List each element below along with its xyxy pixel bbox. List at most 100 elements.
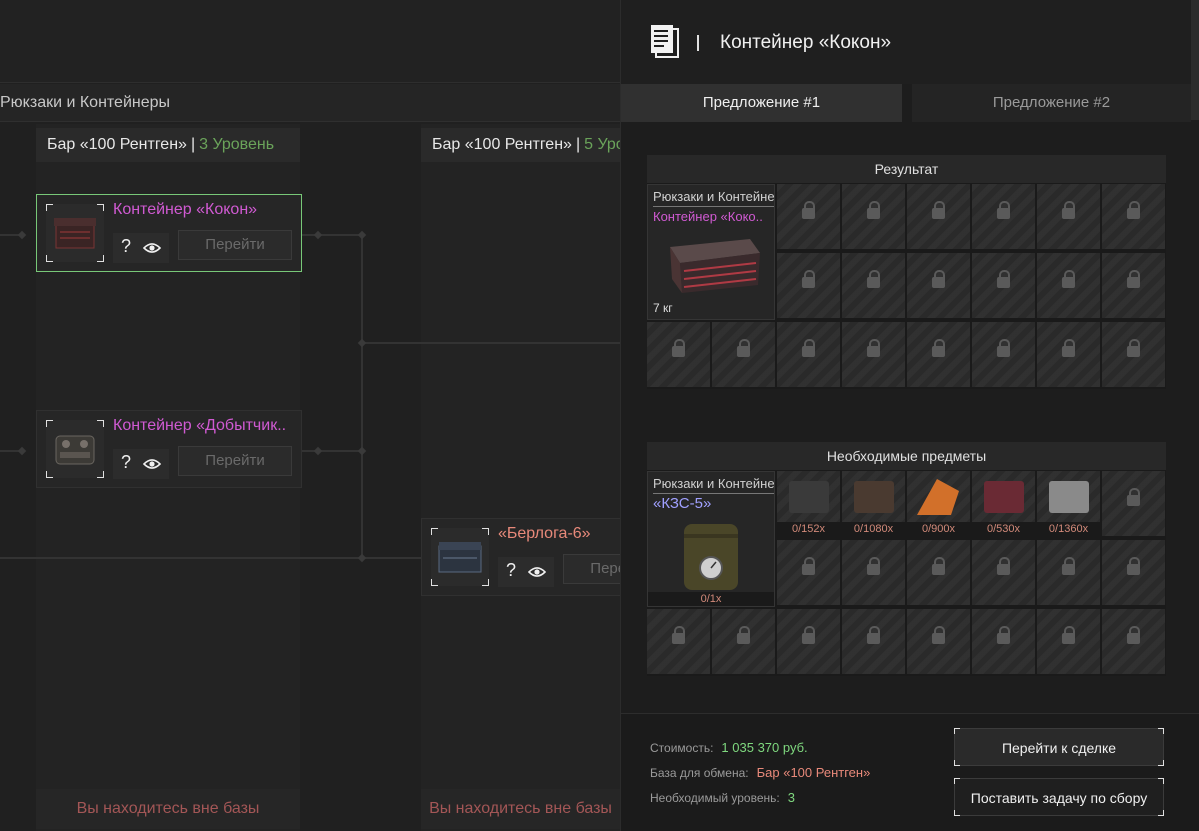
eye-icon[interactable] (143, 457, 161, 471)
locked-slot (842, 322, 905, 387)
connector-dot (313, 446, 323, 456)
level-value: 3 (787, 790, 795, 805)
lock-icon (737, 626, 750, 644)
title-separator (697, 35, 699, 51)
category-label: Рюкзаки и Контейнеры (0, 94, 171, 111)
help-icon[interactable]: ? (121, 452, 131, 473)
go-to-deal-label: Перейти к сделке (1001, 740, 1117, 756)
connector-dot (17, 446, 27, 456)
connector-line (362, 342, 620, 344)
lock-icon (867, 270, 880, 288)
result-category: Рюкзаки и Контейнеры (653, 189, 775, 204)
lock-icon (932, 626, 945, 644)
go-button[interactable]: Перейти (178, 446, 292, 476)
lock-icon (1062, 626, 1075, 644)
go-to-deal-button[interactable]: Перейти к сделке (954, 728, 1164, 766)
locked-slot (1037, 609, 1100, 674)
ammo-box-icon (789, 481, 829, 513)
locked-slot (1037, 540, 1100, 605)
required-item-slot[interactable]: 0/900x (907, 471, 970, 536)
column-header-1: Бар «100 Рентген» | 3 Уровень (36, 128, 300, 162)
lock-icon (932, 270, 945, 288)
help-icon[interactable]: ? (121, 236, 131, 257)
top-area (0, 0, 620, 83)
red-case-icon (984, 481, 1024, 513)
required-item-slot[interactable]: 0/1080x (842, 471, 905, 536)
lock-icon (867, 626, 880, 644)
base-row: База для обмена: Бар «100 Рентген» (650, 765, 870, 780)
column-level-label: 3 Уровень (199, 136, 275, 153)
lock-icon (1062, 270, 1075, 288)
collect-task-button[interactable]: Поставить задачу по сбору (954, 778, 1164, 816)
recipe-panel: Контейнер «Кокон» Предложение #1 Предлож… (620, 0, 1199, 831)
locked-slot (842, 609, 905, 674)
required-main-count: 0/1x (648, 592, 774, 606)
lock-icon (867, 557, 880, 575)
help-icon[interactable]: ? (506, 560, 516, 581)
locked-slot (777, 609, 840, 674)
recipe-node-kokon[interactable]: Контейнер «Кокон» ? Перейти (36, 194, 302, 272)
lock-icon (997, 339, 1010, 357)
cost-label: Стоимость: (650, 741, 714, 755)
result-item-card[interactable]: Рюкзаки и Контейнеры Контейнер «Коко.. 7… (647, 184, 775, 320)
lock-icon (997, 201, 1010, 219)
locked-slot (1102, 540, 1165, 605)
locked-slot (842, 540, 905, 605)
node-name: «Берлога-6» (498, 525, 591, 542)
locked-slot (1102, 322, 1165, 387)
lock-icon (802, 626, 815, 644)
lock-icon (1127, 270, 1140, 288)
lock-icon (802, 557, 815, 575)
locked-slot (1102, 471, 1165, 536)
lock-icon (802, 201, 815, 219)
locked-slot (907, 253, 970, 318)
locked-slot (907, 184, 970, 249)
locked-slot (842, 253, 905, 318)
collect-task-label: Поставить задачу по сбору (970, 790, 1148, 806)
go-button[interactable]: Перейти (178, 230, 292, 260)
category-bar: Рюкзаки и Контейнеры (0, 84, 620, 122)
lock-icon (932, 201, 945, 219)
required-item-slot[interactable]: 0/530x (972, 471, 1035, 536)
required-item-name: «КЗС-5» (653, 495, 712, 512)
recipe-node-dobytchik[interactable]: Контейнер «Добытчик.. ? Перейти (36, 410, 302, 488)
offer-tabs: Предложение #1 Предложение #2 (621, 84, 1191, 122)
locked-slot (1037, 253, 1100, 318)
tab-offer-1[interactable]: Предложение #1 (621, 84, 902, 122)
container-icon (431, 528, 489, 586)
locked-slot (907, 540, 970, 605)
container-icon (46, 204, 104, 262)
panel-footer: Стоимость: 1 035 370 руб. База для обмена… (621, 713, 1199, 831)
panel-title: Контейнер «Кокон» (720, 32, 892, 53)
required-item-slot[interactable]: 0/152x (777, 471, 840, 536)
tab-offer-2[interactable]: Предложение #2 (912, 84, 1191, 122)
locked-slot (777, 184, 840, 249)
eye-icon[interactable] (143, 241, 161, 255)
scrollbar[interactable] (1191, 0, 1199, 120)
lock-icon (1062, 557, 1075, 575)
connector-dot (17, 230, 27, 240)
locked-slot (647, 322, 710, 387)
locked-slot (972, 322, 1035, 387)
container-icon (46, 420, 104, 478)
required-main-item[interactable]: Рюкзаки и Контейнеры «КЗС-5» 0/1x (647, 471, 775, 607)
lock-icon (1127, 488, 1140, 506)
locked-slot (647, 609, 710, 674)
lock-icon (802, 270, 815, 288)
result-weight: 7 кг (653, 301, 673, 315)
cost-row: Стоимость: 1 035 370 руб. (650, 740, 808, 755)
column-header-2: Бар «100 Рентген»|5 Уровень (421, 128, 620, 162)
lock-icon (737, 339, 750, 357)
required-item-count: 0/530x (972, 522, 1035, 536)
eye-icon[interactable] (528, 565, 546, 579)
scrap-metal-icon (1049, 481, 1089, 513)
locked-slot (1102, 184, 1165, 249)
lock-icon (867, 201, 880, 219)
required-item-slot[interactable]: 0/1360x (1037, 471, 1100, 536)
document-icon (651, 25, 679, 58)
result-item-name: Контейнер «Коко.. (653, 209, 763, 224)
column-base-label: Бар «100 Рентген» (432, 136, 572, 153)
connector-dot (357, 553, 367, 563)
lock-icon (1127, 626, 1140, 644)
result-grid: Результат Рюкзаки и Контейнеры Контейнер… (647, 155, 1166, 389)
